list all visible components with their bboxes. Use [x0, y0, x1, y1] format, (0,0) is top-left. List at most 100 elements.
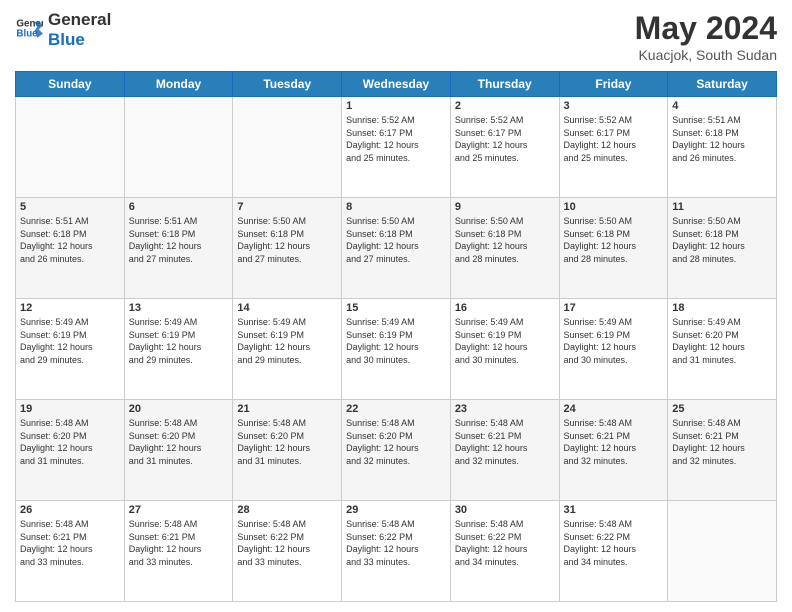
day-number: 9 [455, 201, 555, 213]
day-info: Sunrise: 5:50 AM Sunset: 6:18 PM Dayligh… [564, 216, 637, 264]
calendar-cell: 12Sunrise: 5:49 AM Sunset: 6:19 PM Dayli… [16, 299, 125, 400]
day-number: 3 [564, 100, 664, 112]
day-info: Sunrise: 5:50 AM Sunset: 6:18 PM Dayligh… [455, 216, 528, 264]
calendar-cell: 19 Sunrise: 5:48 AM Sunset: 6:20 PM Dayli… [16, 400, 125, 501]
day-info: Sunrise: 5:49 AM Sunset: 6:19 PM Dayligh… [346, 317, 419, 365]
day-number: 11 [672, 201, 772, 213]
day-number: 30 [455, 504, 555, 516]
calendar-cell [16, 97, 125, 198]
day-info: Sunrise: 5:52 AM Sunset: 6:17 PM Dayligh… [455, 115, 528, 163]
day-header-saturday: Saturday [668, 72, 777, 97]
day-number: 24 [564, 403, 664, 415]
calendar-cell: 29Sunrise: 5:48 AM Sunset: 6:22 PM Dayli… [342, 501, 451, 602]
week-row-2: 5Sunrise: 5:51 AM Sunset: 6:18 PM Daylig… [16, 198, 777, 299]
day-info: Sunrise: 5:51 AM Sunset: 6:18 PM Dayligh… [129, 216, 202, 264]
calendar-cell [233, 97, 342, 198]
title-block: May 2024 Kuacjok, South Sudan [635, 10, 777, 63]
logo-text-general: General [48, 10, 111, 30]
day-number: 18 [672, 302, 772, 314]
calendar-cell [668, 501, 777, 602]
day-info: Sunrise: 5:49 AM Sunset: 6:19 PM Dayligh… [564, 317, 637, 365]
calendar-cell: 5Sunrise: 5:51 AM Sunset: 6:18 PM Daylig… [16, 198, 125, 299]
day-number: 31 [564, 504, 664, 516]
page: General Blue General Blue May 2024 Kuacj… [0, 0, 792, 612]
logo-icon: General Blue [15, 14, 43, 42]
calendar-cell: 17 Sunrise: 5:49 AM Sunset: 6:19 PM Dayli… [559, 299, 668, 400]
subtitle: Kuacjok, South Sudan [635, 47, 777, 63]
day-number: 12 [20, 302, 120, 314]
day-number: 10 [564, 201, 664, 213]
day-info: Sunrise: 5:49 AM Sunset: 6:19 PM Dayligh… [455, 317, 528, 365]
calendar-cell: 26Sunrise: 5:48 AM Sunset: 6:21 PM Dayli… [16, 501, 125, 602]
calendar-cell: 16 Sunrise: 5:49 AM Sunset: 6:19 PM Dayli… [450, 299, 559, 400]
day-number: 16 [455, 302, 555, 314]
day-info: Sunrise: 5:48 AM Sunset: 6:21 PM Dayligh… [20, 519, 93, 567]
day-info: Sunrise: 5:48 AM Sunset: 6:21 PM Dayligh… [672, 418, 745, 466]
day-info: Sunrise: 5:48 AM Sunset: 6:21 PM Dayligh… [564, 418, 637, 466]
calendar-cell: 14 Sunrise: 5:49 AM Sunset: 6:19 PM Dayli… [233, 299, 342, 400]
day-number: 27 [129, 504, 229, 516]
header: General Blue General Blue May 2024 Kuacj… [15, 10, 777, 63]
day-info: Sunrise: 5:52 AM Sunset: 6:17 PM Dayligh… [346, 115, 419, 163]
day-number: 2 [455, 100, 555, 112]
day-header-thursday: Thursday [450, 72, 559, 97]
day-number: 17 [564, 302, 664, 314]
calendar-cell: 2 Sunrise: 5:52 AM Sunset: 6:17 PM Daylig… [450, 97, 559, 198]
day-info: Sunrise: 5:51 AM Sunset: 6:18 PM Dayligh… [672, 115, 745, 163]
day-info: Sunrise: 5:49 AM Sunset: 6:19 PM Dayligh… [237, 317, 310, 365]
day-number: 23 [455, 403, 555, 415]
day-info: Sunrise: 5:50 AM Sunset: 6:18 PM Dayligh… [672, 216, 745, 264]
day-number: 20 [129, 403, 229, 415]
day-number: 19 [20, 403, 120, 415]
calendar-cell [124, 97, 233, 198]
day-number: 28 [237, 504, 337, 516]
calendar-cell: 25Sunrise: 5:48 AM Sunset: 6:21 PM Dayli… [668, 400, 777, 501]
day-header-wednesday: Wednesday [342, 72, 451, 97]
calendar-cell: 28 Sunrise: 5:48 AM Sunset: 6:22 PM Dayli… [233, 501, 342, 602]
header-row: SundayMondayTuesdayWednesdayThursdayFrid… [16, 72, 777, 97]
calendar-cell: 7 Sunrise: 5:50 AM Sunset: 6:18 PM Daylig… [233, 198, 342, 299]
calendar-cell: 27 Sunrise: 5:48 AM Sunset: 6:21 PM Dayli… [124, 501, 233, 602]
calendar-cell: 9 Sunrise: 5:50 AM Sunset: 6:18 PM Daylig… [450, 198, 559, 299]
calendar-cell: 23 Sunrise: 5:48 AM Sunset: 6:21 PM Dayli… [450, 400, 559, 501]
calendar-cell: 10 Sunrise: 5:50 AM Sunset: 6:18 PM Dayli… [559, 198, 668, 299]
calendar-cell: 18 Sunrise: 5:49 AM Sunset: 6:20 PM Dayli… [668, 299, 777, 400]
day-info: Sunrise: 5:48 AM Sunset: 6:21 PM Dayligh… [129, 519, 202, 567]
calendar-cell: 1 Sunrise: 5:52 AM Sunset: 6:17 PM Daylig… [342, 97, 451, 198]
day-info: Sunrise: 5:51 AM Sunset: 6:18 PM Dayligh… [20, 216, 93, 264]
calendar-cell: 3 Sunrise: 5:52 AM Sunset: 6:17 PM Daylig… [559, 97, 668, 198]
calendar-cell: 24 Sunrise: 5:48 AM Sunset: 6:21 PM Dayli… [559, 400, 668, 501]
day-number: 29 [346, 504, 446, 516]
day-header-friday: Friday [559, 72, 668, 97]
day-number: 21 [237, 403, 337, 415]
day-info: Sunrise: 5:50 AM Sunset: 6:18 PM Dayligh… [237, 216, 310, 264]
day-info: Sunrise: 5:48 AM Sunset: 6:22 PM Dayligh… [455, 519, 528, 567]
day-info: Sunrise: 5:48 AM Sunset: 6:21 PM Dayligh… [455, 418, 528, 466]
day-header-monday: Monday [124, 72, 233, 97]
svg-text:Blue: Blue [16, 28, 38, 39]
calendar-cell: 6Sunrise: 5:51 AM Sunset: 6:18 PM Daylig… [124, 198, 233, 299]
day-number: 7 [237, 201, 337, 213]
day-info: Sunrise: 5:49 AM Sunset: 6:19 PM Dayligh… [129, 317, 202, 365]
week-row-4: 19 Sunrise: 5:48 AM Sunset: 6:20 PM Dayli… [16, 400, 777, 501]
calendar-table: SundayMondayTuesdayWednesdayThursdayFrid… [15, 71, 777, 602]
day-number: 1 [346, 100, 446, 112]
day-number: 14 [237, 302, 337, 314]
day-number: 4 [672, 100, 772, 112]
day-info: Sunrise: 5:48 AM Sunset: 6:22 PM Dayligh… [237, 519, 310, 567]
calendar-cell: 8Sunrise: 5:50 AM Sunset: 6:18 PM Daylig… [342, 198, 451, 299]
week-row-1: 1 Sunrise: 5:52 AM Sunset: 6:17 PM Daylig… [16, 97, 777, 198]
calendar-cell: 30 Sunrise: 5:48 AM Sunset: 6:22 PM Dayli… [450, 501, 559, 602]
day-info: Sunrise: 5:48 AM Sunset: 6:20 PM Dayligh… [129, 418, 202, 466]
day-info: Sunrise: 5:48 AM Sunset: 6:22 PM Dayligh… [564, 519, 637, 567]
day-info: Sunrise: 5:48 AM Sunset: 6:20 PM Dayligh… [20, 418, 93, 466]
day-number: 22 [346, 403, 446, 415]
day-number: 8 [346, 201, 446, 213]
logo-text-blue: Blue [48, 30, 111, 50]
day-info: Sunrise: 5:52 AM Sunset: 6:17 PM Dayligh… [564, 115, 637, 163]
calendar-cell: 31 Sunrise: 5:48 AM Sunset: 6:22 PM Dayli… [559, 501, 668, 602]
day-info: Sunrise: 5:48 AM Sunset: 6:20 PM Dayligh… [237, 418, 310, 466]
day-number: 15 [346, 302, 446, 314]
day-number: 13 [129, 302, 229, 314]
day-info: Sunrise: 5:49 AM Sunset: 6:20 PM Dayligh… [672, 317, 745, 365]
